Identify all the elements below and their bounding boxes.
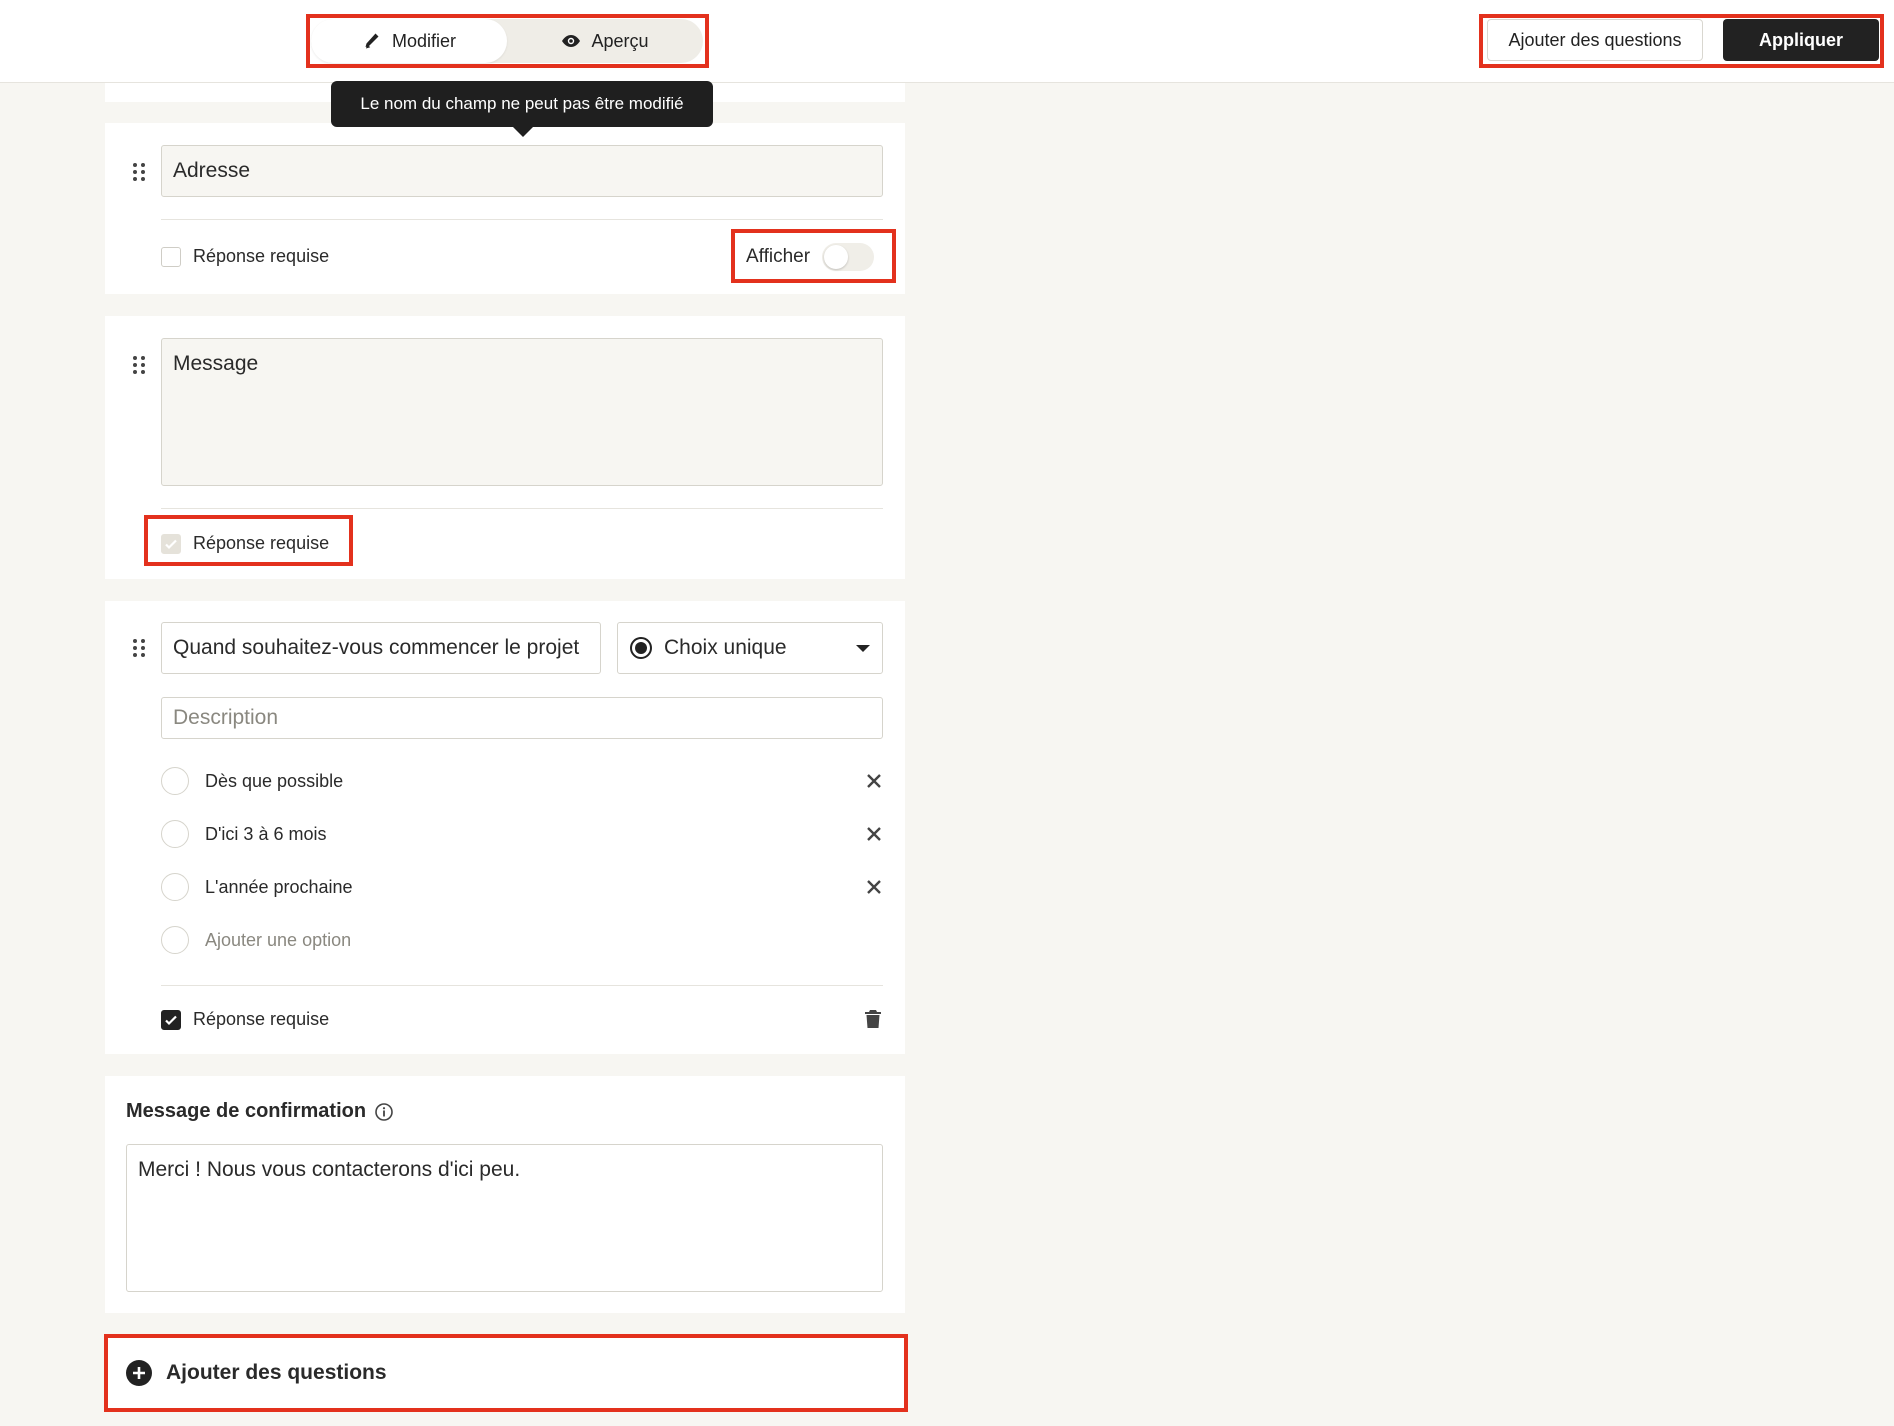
add-option-row[interactable]: Ajouter une option: [161, 925, 883, 955]
add-questions-button[interactable]: Ajouter des questions: [105, 1338, 905, 1408]
address-field-card: Adresse Réponse requise Afficher: [105, 123, 905, 294]
chevron-down-icon: [856, 644, 870, 652]
option-radio: [161, 767, 189, 795]
option-radio: [161, 926, 189, 954]
message-required-checkbox: Réponse requise: [161, 533, 329, 554]
field-name-tooltip: Le nom du champ ne peut pas être modifié: [331, 81, 713, 137]
check-icon: [165, 539, 177, 549]
close-icon[interactable]: [865, 878, 883, 896]
drag-handle[interactable]: [129, 354, 149, 376]
question-field-card: Quand souhaitez-vous commencer le projet…: [105, 601, 905, 1054]
confirmation-title: Message de confirmation: [126, 1100, 394, 1123]
drag-handle-icon: [133, 639, 145, 657]
address-show-toggle[interactable]: Afficher: [746, 243, 875, 271]
divider: [161, 219, 883, 220]
trash-icon[interactable]: [864, 1009, 882, 1029]
confirmation-message-input[interactable]: Merci ! Nous vous contacterons d'ici peu…: [126, 1144, 883, 1292]
required-label: Réponse requise: [193, 533, 330, 553]
plus-circle-icon: [126, 1360, 152, 1386]
divider: [161, 508, 883, 509]
option-label[interactable]: Dès que possible: [205, 771, 865, 792]
drag-handle[interactable]: [129, 161, 149, 183]
question-required-checkbox[interactable]: Réponse requise: [161, 1009, 329, 1030]
top-bar: Modifier Aperçu Ajouter des questions Ap…: [0, 0, 1894, 83]
show-switch[interactable]: [822, 243, 875, 271]
pencil-icon: [365, 33, 379, 49]
checkbox-box: [161, 533, 181, 554]
divider: [161, 985, 883, 986]
apply-button[interactable]: Appliquer: [1723, 19, 1879, 61]
checkbox-box[interactable]: [161, 246, 181, 267]
description-input[interactable]: Description: [161, 697, 883, 739]
question-type-select[interactable]: Choix unique: [617, 622, 883, 674]
eye-icon: [562, 35, 581, 47]
option-label[interactable]: D'ici 3 à 6 mois: [205, 824, 865, 845]
show-label: Afficher: [746, 246, 811, 267]
question-type-label: Choix unique: [664, 636, 787, 659]
info-icon[interactable]: [374, 1102, 394, 1122]
edit-mode-label: Modifier: [391, 30, 457, 51]
confirmation-title-text: Message de confirmation: [126, 1100, 367, 1122]
checkbox-box[interactable]: [161, 1009, 181, 1030]
radio-icon: [630, 637, 652, 659]
close-icon[interactable]: [865, 825, 883, 843]
preview-mode-label: Aperçu: [591, 30, 649, 51]
option-row: Dès que possible: [161, 766, 883, 796]
check-icon: [165, 1015, 177, 1025]
close-icon[interactable]: [865, 772, 883, 790]
add-questions-top-button[interactable]: Ajouter des questions: [1487, 19, 1703, 61]
message-field-card: Message Réponse requise: [105, 316, 905, 579]
address-field-name: Adresse: [161, 145, 883, 197]
option-label[interactable]: L'année prochaine: [205, 877, 865, 898]
drag-handle-icon: [133, 356, 145, 374]
message-field-name: Message: [161, 338, 883, 486]
drag-handle-icon: [133, 163, 145, 181]
edit-mode-button[interactable]: Modifier: [311, 19, 507, 63]
drag-handle[interactable]: [129, 637, 149, 659]
required-label: Réponse requise: [193, 1009, 330, 1029]
option-row: L'année prochaine: [161, 872, 883, 902]
question-text-input[interactable]: Quand souhaitez-vous commencer le projet: [161, 622, 601, 674]
add-questions-label: Ajouter des questions: [166, 1361, 387, 1384]
add-option-label[interactable]: Ajouter une option: [205, 930, 883, 951]
option-radio: [161, 820, 189, 848]
confirmation-card: Message de confirmation Merci ! Nous vou…: [105, 1076, 905, 1313]
required-label: Réponse requise: [193, 246, 330, 266]
preview-mode-button[interactable]: Aperçu: [507, 19, 703, 63]
option-row: D'ici 3 à 6 mois: [161, 819, 883, 849]
option-radio: [161, 873, 189, 901]
mode-toggle: Modifier Aperçu: [311, 19, 703, 63]
address-required-checkbox[interactable]: Réponse requise: [161, 246, 329, 267]
